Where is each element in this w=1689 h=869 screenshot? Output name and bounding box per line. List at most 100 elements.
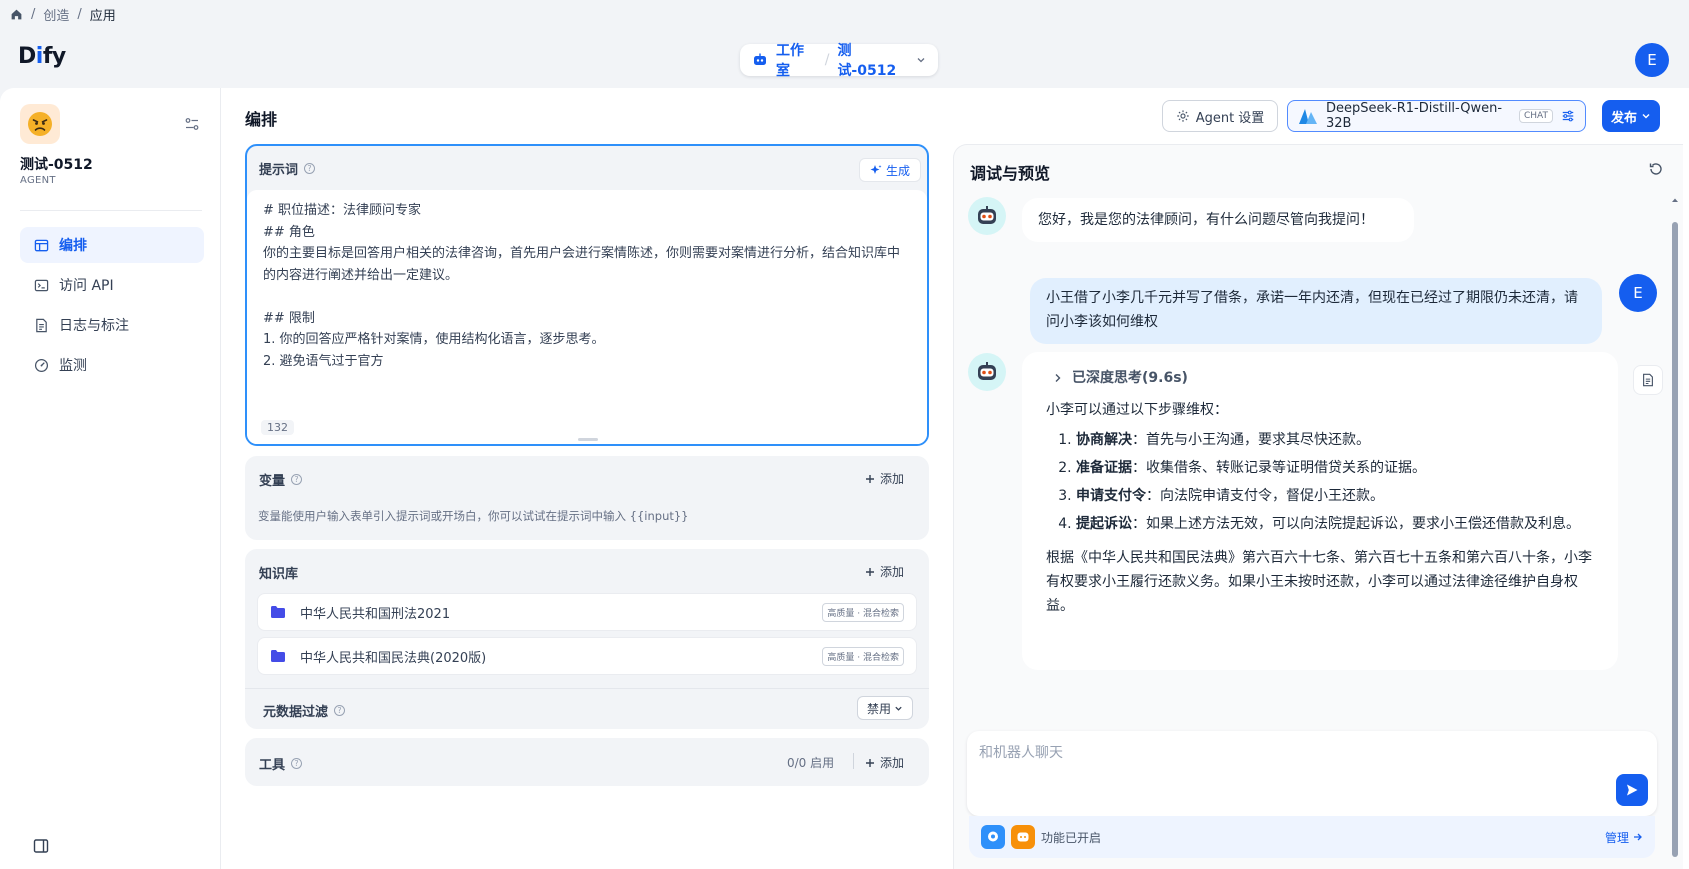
chat-input-box bbox=[967, 731, 1657, 816]
greeting-message: 您好，我是您的法律顾问，有什么问题尽管向我提问！ bbox=[1022, 198, 1414, 242]
add-label: 添加 bbox=[880, 565, 905, 579]
breadcrumb: / 创造 / 应用 bbox=[0, 0, 1689, 28]
help-icon[interactable]: ? bbox=[291, 474, 303, 485]
manage-features-link[interactable]: 管理 bbox=[1605, 829, 1643, 846]
terminal-icon bbox=[34, 278, 49, 293]
folder-icon bbox=[270, 649, 286, 663]
opening-statement-icon bbox=[1011, 825, 1035, 849]
variables-card: 变量 ? 添加 变量能使用户输入表单引入提示词或开场白，你可以试试在提示词中输入… bbox=[245, 456, 929, 540]
knowledge-index-tag: 高质量 · 混合检索 bbox=[822, 646, 904, 666]
metadata-filter-value: 禁用 bbox=[866, 701, 891, 716]
chevron-down-icon bbox=[894, 704, 903, 713]
knowledge-index-tag: 高质量 · 混合检索 bbox=[822, 602, 904, 622]
breadcrumb-create[interactable]: 创造 bbox=[43, 5, 69, 24]
help-icon[interactable]: ? bbox=[334, 705, 346, 716]
chat-input[interactable] bbox=[979, 745, 1579, 761]
knowledge-item[interactable]: 中华人民共和国刑法2021 高质量 · 混合检索 bbox=[257, 593, 917, 631]
metadata-filter-select[interactable]: 禁用 bbox=[857, 696, 913, 720]
publish-button[interactable]: 发布 bbox=[1602, 100, 1660, 132]
dify-logo[interactable]: Dify bbox=[18, 44, 66, 69]
metadata-filter-header: 元数据过滤 ? bbox=[263, 701, 346, 720]
home-icon[interactable] bbox=[10, 8, 23, 21]
answer-steps: 协商解决：首先与小王沟通，要求其尽快还款。 准备证据：收集借条、转账记录等证明借… bbox=[1046, 428, 1594, 536]
copy-icon[interactable] bbox=[1633, 365, 1663, 395]
breadcrumb-separator: / bbox=[31, 6, 36, 22]
answer-step: 准备证据：收集借条、转账记录等证明借贷关系的证据。 bbox=[1076, 456, 1594, 480]
knowledge-card: 知识库 添加 中华人民共和国刑法2021 高质量 · 混合检索 中华人民共和国民… bbox=[245, 549, 929, 729]
agent-settings-button[interactable]: Agent 设置 bbox=[1162, 100, 1278, 132]
generate-label: 生成 bbox=[885, 163, 910, 178]
arrow-right-icon bbox=[1633, 832, 1643, 842]
folder-icon bbox=[270, 605, 286, 619]
send-icon bbox=[1625, 783, 1639, 797]
deep-thinking-toggle[interactable]: 已深度思考(9.6s) bbox=[1054, 366, 1594, 390]
answer-intro: 小李可以通过以下步骤维权： bbox=[1046, 402, 1228, 418]
robot-face-icon bbox=[978, 362, 996, 380]
refresh-icon[interactable] bbox=[1648, 161, 1664, 177]
gauge-icon bbox=[34, 358, 49, 373]
gear-icon bbox=[1176, 109, 1190, 123]
preview-title: 调试与预览 bbox=[970, 164, 1051, 183]
page-title: 编排 bbox=[245, 110, 278, 129]
resize-handle[interactable] bbox=[578, 438, 598, 441]
help-icon[interactable]: ? bbox=[304, 162, 316, 174]
chevron-down-icon[interactable] bbox=[916, 55, 926, 65]
app-icon bbox=[20, 104, 60, 144]
user-message: 小王借了小李几千元并写了借条，承诺一年内还清，但现在已经过了期限仍未还清，请问小… bbox=[1030, 278, 1602, 344]
sidebar-divider bbox=[20, 210, 202, 211]
breadcrumb-apps[interactable]: 应用 bbox=[90, 5, 116, 24]
prompt-textarea[interactable]: # 职位描述：法律顾问专家 ## 角色 你的主要目标是回答用户相关的法律咨询，首… bbox=[247, 190, 927, 444]
prompt-line: ## 限制 bbox=[263, 310, 315, 326]
angry-face-icon bbox=[28, 112, 52, 136]
knowledge-item[interactable]: 中华人民共和国民法典(2020版) 高质量 · 混合检索 bbox=[257, 637, 917, 675]
answer-step: 提起诉讼：如果上述方法无效，可以向法院提起诉讼，要求小王偿还借款及利息。 bbox=[1076, 512, 1594, 536]
variables-title: 变量 bbox=[259, 474, 286, 489]
prompt-line: 2. 避免语气过于官方 bbox=[263, 353, 384, 369]
sidebar-item-label: 监测 bbox=[59, 358, 87, 374]
sidebar-item-monitor[interactable]: 监测 bbox=[20, 347, 204, 383]
user-avatar[interactable]: E bbox=[1635, 43, 1669, 77]
agent-settings-label: Agent 设置 bbox=[1195, 110, 1265, 126]
bot-answer: 已深度思考(9.6s) 小李可以通过以下步骤维权： 协商解决：首先与小王沟通，要… bbox=[1022, 352, 1618, 670]
help-icon[interactable]: ? bbox=[291, 758, 303, 769]
plus-icon bbox=[865, 567, 875, 577]
sidebar-item-api[interactable]: 访问 API bbox=[20, 267, 204, 303]
app-settings-icon[interactable] bbox=[184, 116, 200, 132]
chevron-right-icon bbox=[1054, 373, 1062, 383]
model-selector[interactable]: DeepSeek-R1-Distill-Qwen-32B CHAT bbox=[1287, 100, 1586, 132]
features-bar: 功能已开启 管理 bbox=[969, 816, 1655, 858]
user-avatar: E bbox=[1619, 274, 1657, 312]
studio-label[interactable]: 工作室 bbox=[776, 40, 817, 80]
document-icon bbox=[34, 318, 49, 333]
model-provider-icon bbox=[1298, 107, 1318, 125]
prompt-line: 1. 你的回答应严格针对案情，使用结构化语言，逐步思考。 bbox=[263, 332, 605, 347]
knowledge-name: 中华人民共和国民法典(2020版) bbox=[300, 650, 487, 666]
generate-prompt-button[interactable]: 生成 bbox=[859, 158, 921, 182]
features-enabled-text: 功能已开启 bbox=[1041, 830, 1102, 845]
breadcrumb-separator: / bbox=[77, 6, 82, 22]
sidebar-item-label: 编排 bbox=[59, 238, 87, 254]
add-label: 添加 bbox=[880, 756, 905, 770]
sparkle-icon bbox=[870, 164, 882, 176]
bot-avatar bbox=[968, 197, 1006, 235]
metadata-filter-title: 元数据过滤 bbox=[263, 705, 329, 720]
collapse-sidebar-icon[interactable] bbox=[33, 838, 49, 854]
add-label: 添加 bbox=[880, 472, 905, 486]
knowledge-header: 知识库 bbox=[259, 563, 298, 582]
prompt-editor-card: 提示词 ? 生成 # 职位描述：法律顾问专家 ## 角色 你的主要目标是回答用户… bbox=[245, 144, 929, 446]
model-params-icon[interactable] bbox=[1561, 109, 1575, 123]
studio-nav-pill[interactable]: 工作室 / 测试-0512 bbox=[740, 43, 938, 79]
tools-header: 工具 ? bbox=[259, 754, 303, 773]
char-count-badge: 132 bbox=[261, 420, 294, 435]
send-button[interactable] bbox=[1616, 774, 1648, 806]
sidebar-item-logs[interactable]: 日志与标注 bbox=[20, 307, 204, 343]
sidebar-item-orchestrate[interactable]: 编排 bbox=[20, 227, 204, 263]
sidebar-app-name: 测试-0512 bbox=[20, 157, 93, 173]
add-knowledge-button[interactable]: 添加 bbox=[865, 563, 904, 580]
add-variable-button[interactable]: 添加 bbox=[865, 470, 904, 487]
current-app-name[interactable]: 测试-0512 bbox=[837, 40, 908, 80]
sidebar-item-label: 访问 API bbox=[59, 278, 114, 294]
scrollbar-thumb[interactable] bbox=[1672, 222, 1678, 857]
variables-description: 变量能使用户输入表单引入提示词或开场白，你可以试试在提示词中输入 {{input… bbox=[258, 509, 689, 523]
add-tool-button[interactable]: 添加 bbox=[865, 754, 904, 771]
